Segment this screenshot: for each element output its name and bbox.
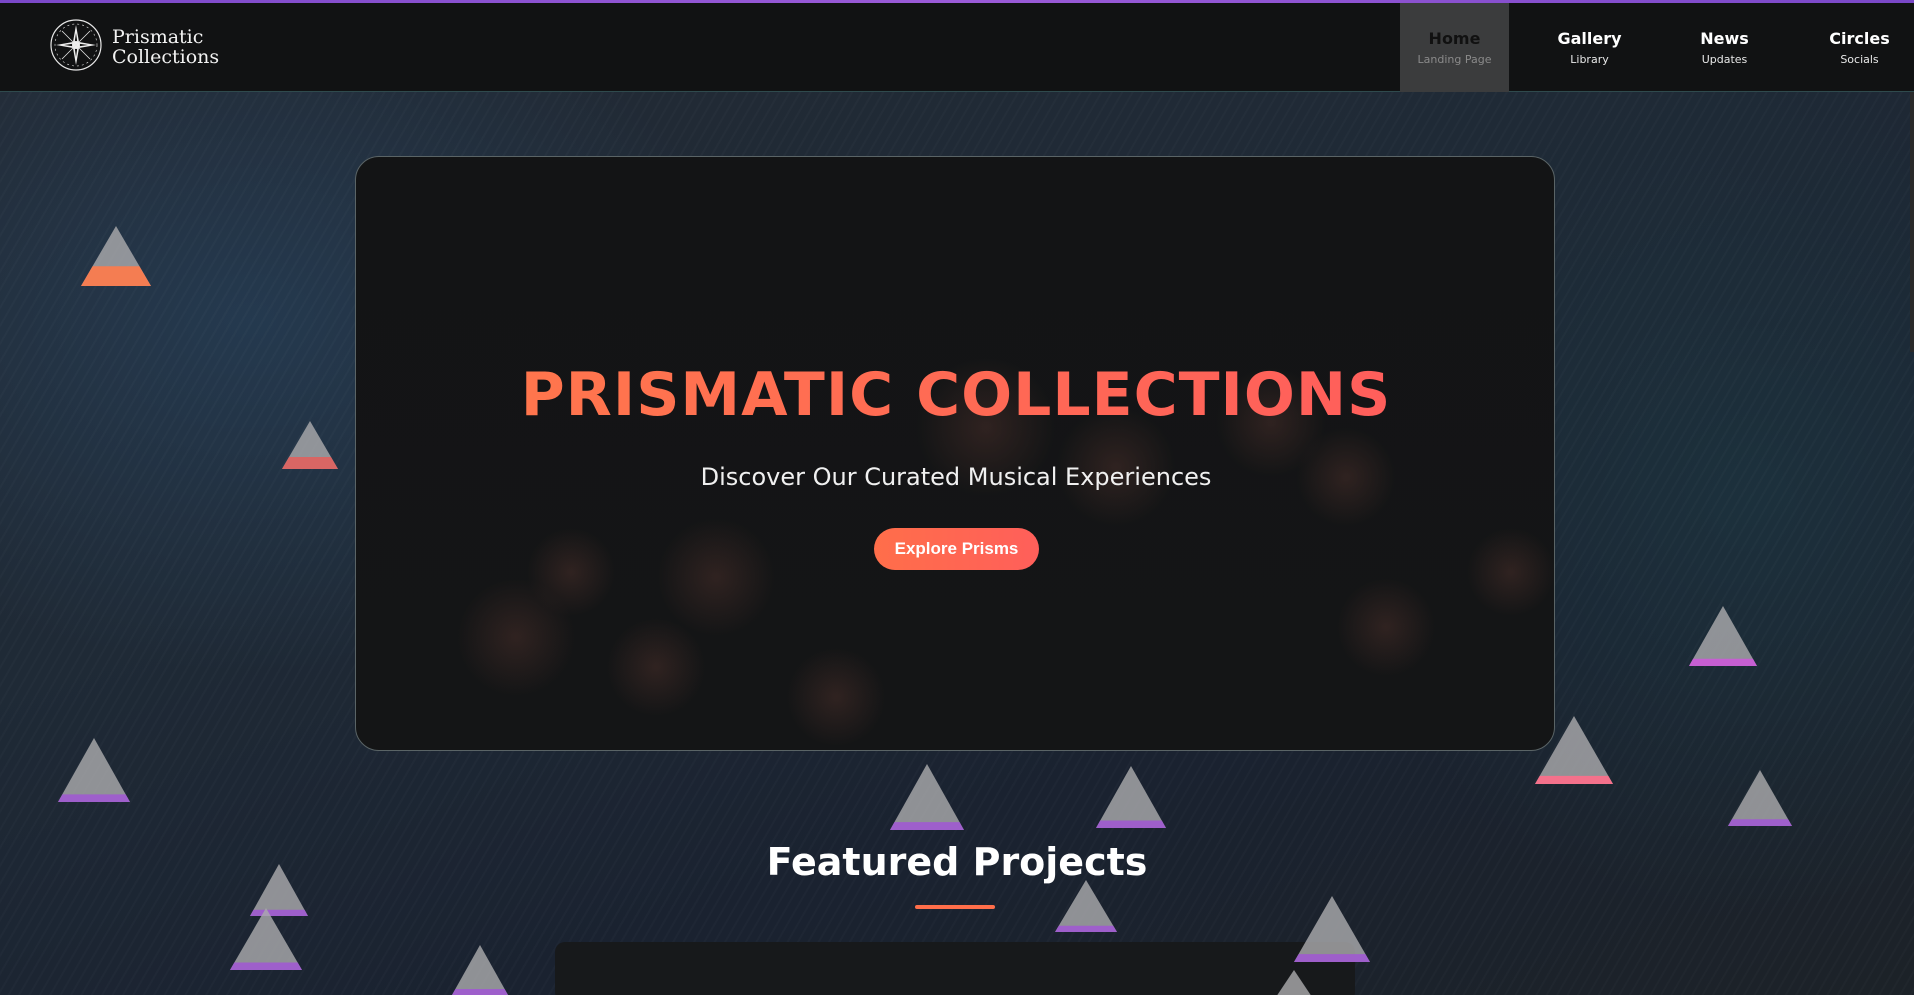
- triangle-shape: [58, 738, 130, 802]
- bokeh-glow: [656, 517, 776, 637]
- bokeh-glow: [606, 617, 706, 717]
- triangle-shape: [890, 764, 964, 830]
- nav-item-title: Circles: [1829, 29, 1890, 48]
- bokeh-glow: [526, 527, 616, 617]
- section-underline: [915, 905, 995, 909]
- nav-item-title: News: [1700, 29, 1749, 48]
- featured-project-card[interactable]: [555, 942, 1355, 995]
- nav-item-gallery[interactable]: Gallery Library: [1535, 3, 1644, 92]
- brand-name-line2: Collections: [112, 46, 220, 68]
- explore-prisms-button[interactable]: Explore Prisms: [874, 528, 1039, 570]
- nav-item-subtitle: Socials: [1840, 53, 1879, 66]
- nav-item-title: Gallery: [1557, 29, 1622, 48]
- nav-item-title: Home: [1428, 29, 1481, 48]
- nav-item-home[interactable]: Home Landing Page: [1400, 3, 1509, 92]
- nav-item-subtitle: Updates: [1701, 53, 1748, 66]
- triangle-shape: [1689, 606, 1757, 666]
- triangle-shape: [1294, 896, 1370, 962]
- top-accent-bar: [0, 0, 1914, 3]
- triangle-shape: [452, 945, 508, 995]
- hero-title: PRISMATIC COLLECTIONS: [356, 360, 1554, 430]
- main-nav: Home Landing Page Gallery Library News U…: [1400, 3, 1914, 92]
- hero-subtitle: Discover Our Curated Musical Experiences: [700, 463, 1212, 491]
- page-scrollbar[interactable]: [1910, 92, 1914, 352]
- site-header: Prismatic Collections Home Landing Page …: [0, 0, 1914, 92]
- triangle-shape: [230, 908, 302, 970]
- brand-logo[interactable]: Prismatic Collections: [48, 18, 219, 76]
- triangle-shape: [282, 421, 338, 469]
- triangle-shape: [1096, 766, 1166, 828]
- triangle-shape: [1274, 970, 1314, 995]
- nav-item-subtitle: Landing Page: [1417, 53, 1492, 66]
- hero-panel: PRISMATIC COLLECTIONS Discover Our Curat…: [355, 156, 1555, 751]
- brand-name: Prismatic Collections: [112, 27, 219, 67]
- nav-item-circles[interactable]: Circles Socials: [1805, 3, 1914, 92]
- bokeh-glow: [1336, 577, 1436, 677]
- bokeh-glow: [1466, 527, 1554, 617]
- triangle-shape: [1728, 770, 1792, 826]
- nav-item-news[interactable]: News Updates: [1670, 3, 1779, 92]
- brand-name-line1: Prismatic: [112, 26, 204, 48]
- compass-star-icon: [48, 17, 104, 77]
- bokeh-glow: [786, 647, 886, 747]
- triangle-shape: [81, 226, 151, 286]
- nav-item-subtitle: Library: [1570, 53, 1609, 66]
- triangle-shape: [1055, 880, 1117, 932]
